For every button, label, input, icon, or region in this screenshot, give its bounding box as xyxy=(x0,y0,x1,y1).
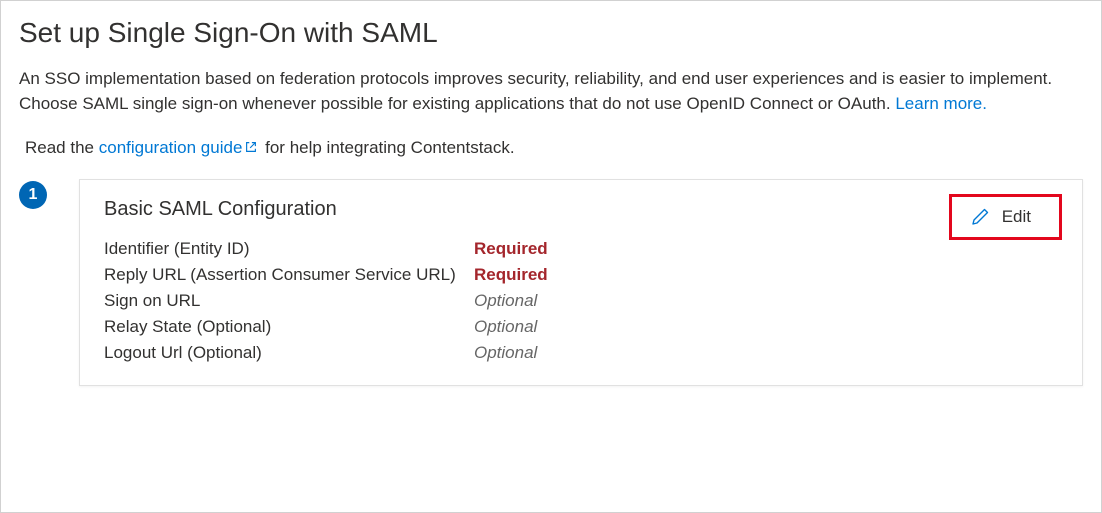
basic-saml-config-card: Basic SAML Configuration Edit Identifier… xyxy=(79,179,1083,386)
card-title: Basic SAML Configuration xyxy=(104,198,337,221)
config-value-identifier: Required xyxy=(474,239,1058,259)
page-description: An SSO implementation based on federatio… xyxy=(19,67,1083,116)
config-label-identifier: Identifier (Entity ID) xyxy=(104,239,474,259)
config-value-reply-url: Required xyxy=(474,265,1058,285)
learn-more-link[interactable]: Learn more. xyxy=(895,94,987,113)
step-number-badge: 1 xyxy=(19,181,47,209)
edit-button[interactable]: Edit xyxy=(949,194,1062,240)
config-label-relay-state: Relay State (Optional) xyxy=(104,317,474,337)
guide-link-text: configuration guide xyxy=(99,138,243,157)
config-label-logout-url: Logout Url (Optional) xyxy=(104,343,474,363)
guide-prefix: Read the xyxy=(25,138,99,157)
config-label-reply-url: Reply URL (Assertion Consumer Service UR… xyxy=(104,265,474,285)
config-label-sign-on-url: Sign on URL xyxy=(104,291,474,311)
pencil-icon xyxy=(970,207,990,227)
config-value-relay-state: Optional xyxy=(474,317,1058,337)
guide-suffix: for help integrating Contentstack. xyxy=(260,138,514,157)
page-title: Set up Single Sign-On with SAML xyxy=(19,17,1083,49)
config-table: Identifier (Entity ID) Required Reply UR… xyxy=(104,239,1058,363)
config-value-sign-on-url: Optional xyxy=(474,291,1058,311)
config-value-logout-url: Optional xyxy=(474,343,1058,363)
guide-line: Read the configuration guide for help in… xyxy=(25,138,1083,159)
configuration-guide-link[interactable]: configuration guide xyxy=(99,138,261,157)
edit-button-label: Edit xyxy=(1002,207,1031,227)
step-1-container: 1 Basic SAML Configuration Edit Identifi… xyxy=(19,179,1083,386)
external-link-icon xyxy=(244,139,258,159)
